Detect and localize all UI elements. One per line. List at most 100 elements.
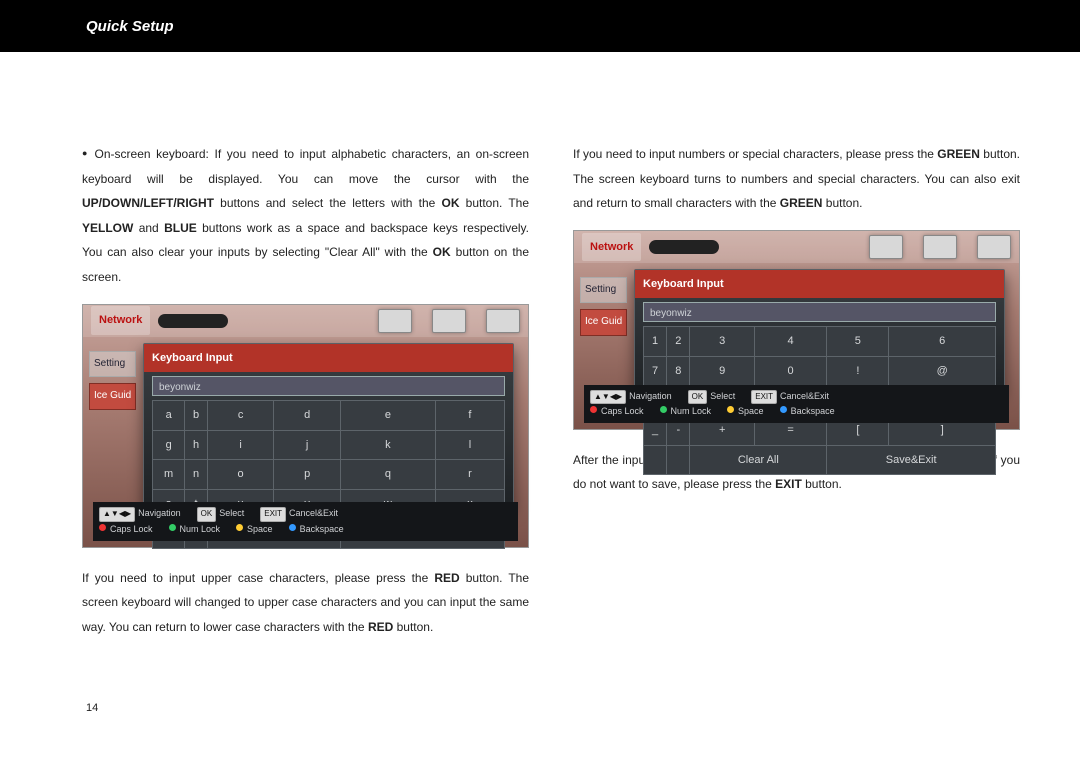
key[interactable]: l [435,430,504,460]
key[interactable]: q [340,460,435,490]
kw-red: RED [434,571,459,585]
figure-alpha-keyboard: Network Setting Ice Guid Keyboard Input … [82,304,529,548]
key[interactable]: 3 [690,327,754,357]
key[interactable]: 2 [667,327,690,357]
key[interactable]: 5 [827,327,889,357]
green-dot-icon [660,406,667,413]
figure-topbar: Network [83,305,528,337]
key[interactable]: a [153,401,185,431]
key[interactable]: p [274,460,341,490]
key[interactable]: m [153,460,185,490]
hint-select: Select [710,391,735,401]
top-icon [432,309,466,333]
top-icon [923,235,957,259]
top-icon [977,235,1011,259]
yellow-dot-icon [236,524,243,531]
text: If you need to input numbers or special … [573,147,937,161]
tab-network: Network [91,306,150,335]
key[interactable]: 6 [889,327,996,357]
key-clear-all[interactable]: Clear All [690,445,827,475]
para-numbers: If you need to input numbers or special … [573,142,1020,216]
header-band: Quick Setup [0,0,1080,52]
key[interactable]: @ [889,356,996,386]
key[interactable] [667,445,690,475]
top-icon [486,309,520,333]
side-tabs: Setting Ice Guid [89,351,136,416]
text: button. [393,620,433,634]
key[interactable] [644,445,667,475]
hint-select: Select [219,508,244,518]
key[interactable]: ! [827,356,889,386]
right-column: If you need to input numbers or special … [573,142,1020,643]
key[interactable]: 4 [754,327,826,357]
kw-green: GREEN [780,196,823,210]
hint-cancel-exit: Cancel&Exit [289,508,338,518]
yellow-dot-icon [727,406,734,413]
page-body: On-screen keyboard: If you need to input… [0,52,1080,643]
hint-backspace: Backspace [300,524,344,534]
blue-dot-icon [289,524,296,531]
key[interactable]: c [207,401,274,431]
key[interactable]: 8 [667,356,690,386]
hint-caps-lock: Caps Lock [601,406,644,416]
kw-directions: UP/DOWN/LEFT/RIGHT [82,196,214,210]
key[interactable]: o [207,460,274,490]
hint-num-lock: Num Lock [671,406,712,416]
key[interactable]: d [274,401,341,431]
key[interactable]: r [435,460,504,490]
hint-space: Space [738,406,764,416]
key[interactable]: i [207,430,274,460]
text: button. The [460,196,530,210]
panel-input: beyonwiz [643,302,996,322]
kw-yellow: YELLOW [82,221,133,235]
badge-nav-icon: ▲▼◀▶ [99,507,135,522]
key-save-exit[interactable]: Save&Exit [827,445,996,475]
page-number: 14 [86,702,98,714]
badge-nav-icon: ▲▼◀▶ [590,390,626,405]
key[interactable]: 1 [644,327,667,357]
text: buttons and select the letters with the [214,196,442,210]
key[interactable]: e [340,401,435,431]
left-column: On-screen keyboard: If you need to input… [82,142,529,643]
badge-ok-icon: OK [197,507,217,522]
panel-input: beyonwiz [152,376,505,396]
device-icon [649,240,719,254]
kw-exit: EXIT [775,477,802,491]
device-icon [158,314,228,328]
hint-space: Space [247,524,273,534]
hint-bar: ▲▼◀▶Navigation OKSelect EXITCancel&Exit … [93,502,518,540]
hint-navigation: Navigation [629,391,672,401]
figure-numeric-keyboard: Network Setting Ice Guid Keyboard Input … [573,230,1020,430]
key[interactable]: j [274,430,341,460]
key[interactable]: g [153,430,185,460]
blue-dot-icon [780,406,787,413]
hint-bar: ▲▼◀▶Navigation OKSelect EXITCancel&Exit … [584,385,1009,423]
red-dot-icon [590,406,597,413]
side-tab-setting: Setting [89,351,136,378]
top-icon [869,235,903,259]
panel-title: Keyboard Input [635,270,1004,299]
text: If you need to input upper case characte… [82,571,434,585]
green-dot-icon [169,524,176,531]
text: button. [822,196,862,210]
key[interactable]: 0 [754,356,826,386]
key[interactable]: b [185,401,208,431]
key[interactable]: 9 [690,356,754,386]
badge-exit-icon: EXIT [260,507,286,522]
top-icons [378,309,520,333]
figure-topbar: Network [574,231,1019,263]
key[interactable]: k [340,430,435,460]
hint-caps-lock: Caps Lock [110,524,153,534]
text: and [133,221,164,235]
key[interactable]: f [435,401,504,431]
page-title: Quick Setup [0,18,174,35]
kw-green: GREEN [937,147,980,161]
key[interactable]: n [185,460,208,490]
key[interactable]: 7 [644,356,667,386]
kw-red: RED [368,620,393,634]
side-tab-setting: Setting [580,277,627,304]
badge-ok-icon: OK [688,390,708,405]
side-tab-iceguide: Ice Guid [580,309,627,336]
kw-ok: OK [442,196,460,210]
key[interactable]: h [185,430,208,460]
